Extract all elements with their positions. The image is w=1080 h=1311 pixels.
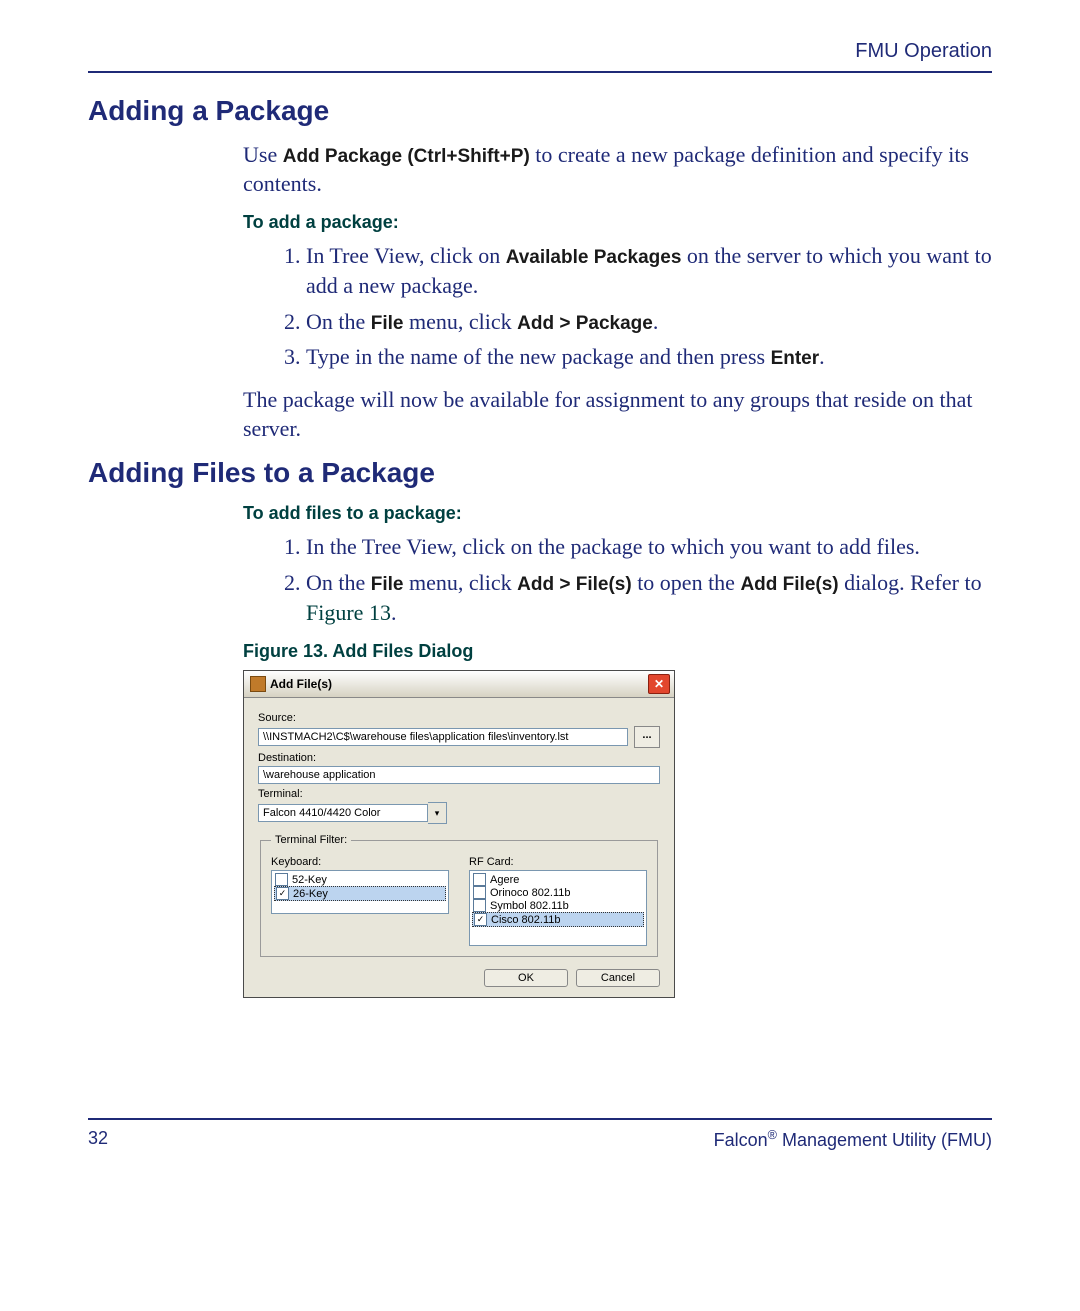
ui-term: File xyxy=(371,574,404,595)
text: Management Utility (FMU) xyxy=(777,1130,992,1150)
page-footer: 32 Falcon® Management Utility (FMU) xyxy=(88,1118,992,1151)
text: Use xyxy=(243,142,283,167)
cancel-button[interactable]: Cancel xyxy=(576,969,660,987)
browse-button[interactable]: ... xyxy=(634,726,660,748)
source-label: Source: xyxy=(258,712,660,724)
text: In Tree View, click on xyxy=(306,243,506,268)
text: On the xyxy=(306,570,371,595)
keyboard-label: Keyboard: xyxy=(271,856,449,868)
keyboard-listbox[interactable]: 52-Key✓ 26-Key xyxy=(271,870,449,914)
terminal-label: Terminal: xyxy=(258,788,660,800)
procedure-heading-add-package: To add a package: xyxy=(243,212,992,233)
text: to open the xyxy=(632,570,741,595)
chevron-down-icon: ▾ xyxy=(435,808,440,819)
figure-caption: Figure 13. Add Files Dialog xyxy=(243,641,992,662)
checkbox-icon[interactable]: ✓ xyxy=(276,887,289,900)
dialog-app-icon xyxy=(250,676,266,692)
text: Type in the name of the new package and … xyxy=(306,344,771,369)
terminal-filter-group: Terminal Filter: Keyboard: 52-Key✓26-Key… xyxy=(260,834,658,957)
ui-term: Add File(s) xyxy=(740,574,838,595)
steps-list: In the Tree View, click on the package t… xyxy=(266,532,992,627)
list-item[interactable]: ✓ 26-Key xyxy=(274,886,446,901)
text: Falcon xyxy=(714,1130,768,1150)
checkbox-icon[interactable] xyxy=(473,899,486,912)
text: . xyxy=(653,309,659,334)
section-title-adding-files: Adding Files to a Package xyxy=(88,457,992,489)
procedure-heading-add-files: To add files to a package: xyxy=(243,503,992,524)
step-item: In Tree View, click on Available Package… xyxy=(306,241,992,300)
list-item[interactable]: Orinoco 802.11b xyxy=(472,886,644,899)
list-item-label: 52-Key xyxy=(292,874,327,886)
list-item[interactable]: ✓ Cisco 802.11b xyxy=(472,912,644,927)
list-item[interactable]: 52-Key xyxy=(274,873,446,886)
list-item[interactable]: Agere xyxy=(472,873,644,886)
text: . xyxy=(391,600,397,625)
step-item: Type in the name of the new package and … xyxy=(306,342,992,372)
destination-input[interactable] xyxy=(258,766,660,784)
header-section-label: FMU Operation xyxy=(88,40,992,63)
ui-term-add-package: Add Package (Ctrl+Shift+P) xyxy=(283,146,530,167)
step-item: In the Tree View, click on the package t… xyxy=(306,532,992,562)
text: menu, click xyxy=(404,309,518,334)
list-item-label: 26-Key xyxy=(293,888,328,900)
product-name: Falcon® Management Utility (FMU) xyxy=(714,1128,992,1151)
close-icon: ✕ xyxy=(654,677,664,691)
ok-button[interactable]: OK xyxy=(484,969,568,987)
section-title-adding-package: Adding a Package xyxy=(88,95,992,127)
rfcard-listbox[interactable]: AgereOrinoco 802.11bSymbol 802.11b✓ Cisco… xyxy=(469,870,647,946)
list-item-label: Symbol 802.11b xyxy=(490,900,569,912)
terminal-filter-legend: Terminal Filter: xyxy=(271,834,351,846)
source-input[interactable] xyxy=(258,728,628,746)
page-number: 32 xyxy=(88,1128,108,1151)
list-item[interactable]: Symbol 802.11b xyxy=(472,899,644,912)
text: dialog. Refer to xyxy=(839,570,982,595)
step-item: On the File menu, click Add > Package. xyxy=(306,307,992,337)
checkbox-icon[interactable] xyxy=(275,873,288,886)
ui-term: Add > File(s) xyxy=(517,574,632,595)
checkbox-icon[interactable]: ✓ xyxy=(474,913,487,926)
step-item: On the File menu, click Add > File(s) to… xyxy=(306,568,992,627)
close-button[interactable]: ✕ xyxy=(648,674,670,694)
ui-term: Available Packages xyxy=(506,247,682,268)
list-item-label: Agere xyxy=(490,874,519,886)
figure-reference: Figure 13 xyxy=(306,600,391,625)
destination-label: Destination: xyxy=(258,752,660,764)
terminal-dropdown-button[interactable]: ▾ xyxy=(428,802,447,824)
steps-list: In Tree View, click on Available Package… xyxy=(266,241,992,372)
ui-term: Enter xyxy=(771,348,820,369)
ui-term: Add > Package xyxy=(517,313,653,334)
dialog-title: Add File(s) xyxy=(270,677,332,691)
list-item-label: Cisco 802.11b xyxy=(491,914,561,926)
rfcard-label: RF Card: xyxy=(469,856,647,868)
list-item-label: Orinoco 802.11b xyxy=(490,887,571,899)
checkbox-icon[interactable] xyxy=(473,873,486,886)
header-rule xyxy=(88,71,992,73)
text: . xyxy=(819,344,825,369)
registered-icon: ® xyxy=(768,1128,777,1142)
text: menu, click xyxy=(404,570,518,595)
terminal-select[interactable] xyxy=(258,804,428,822)
checkbox-icon[interactable] xyxy=(473,886,486,899)
add-files-dialog: Add File(s) ✕ Source: ... Destination: T… xyxy=(243,670,675,998)
outro-paragraph: The package will now be available for as… xyxy=(243,386,992,443)
ui-term: File xyxy=(371,313,404,334)
dialog-titlebar: Add File(s) ✕ xyxy=(244,671,674,698)
text: On the xyxy=(306,309,371,334)
intro-paragraph: Use Add Package (Ctrl+Shift+P) to create… xyxy=(243,141,992,198)
